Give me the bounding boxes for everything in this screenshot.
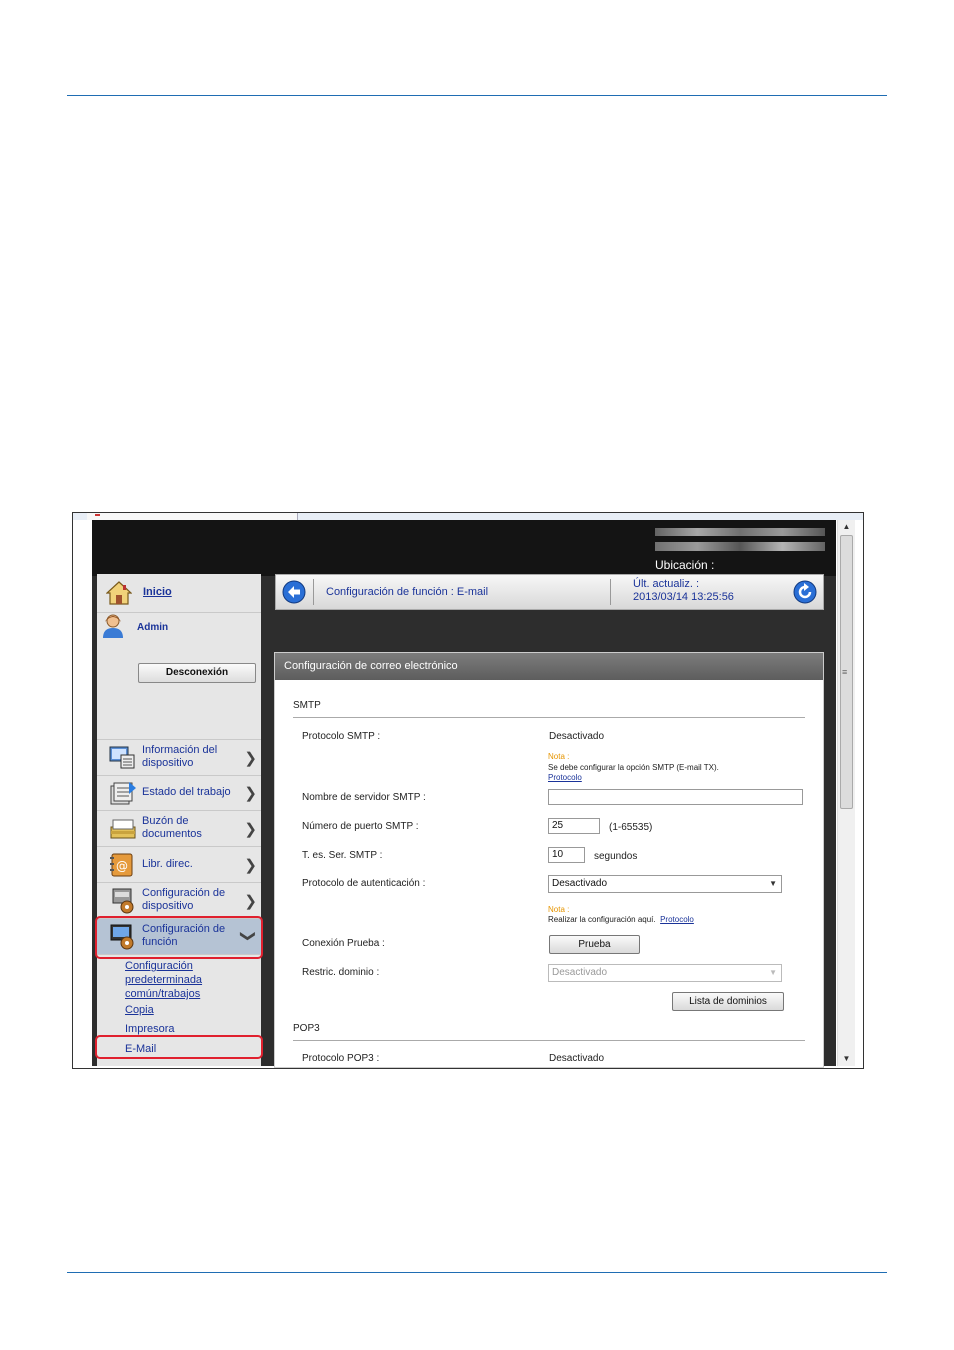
email-settings-panel: Configuración de correo electrónico SMTP… [274, 652, 824, 1068]
refresh-icon[interactable] [793, 580, 817, 604]
chevron-right-icon: ❯ [244, 857, 257, 874]
smtp-port-label: Número de puerto SMTP : [302, 821, 419, 832]
sidebar-item-label: Estado del trabajo [142, 786, 231, 798]
sidebar-item-device-info[interactable]: Información del dispositivo ❯ [97, 739, 261, 776]
highlight-email [95, 1035, 263, 1059]
section-divider [293, 1040, 805, 1041]
svg-text:@: @ [116, 859, 128, 873]
section-divider [293, 717, 805, 718]
smtp-timeout-input[interactable]: 10 [548, 847, 585, 863]
back-arrow-icon[interactable] [282, 580, 306, 604]
highlight-function-settings [95, 916, 263, 959]
top-header-bar: Ubicación : [92, 520, 836, 576]
auth-protocol-select[interactable]: Desactivado ▼ [548, 875, 782, 893]
home-link[interactable]: Inicio [143, 586, 172, 598]
sidebar-item-device-settings[interactable]: Configuración de dispositivo ❯ [97, 883, 261, 919]
domain-restriction-value: Desactivado [552, 967, 608, 978]
submenu-printer[interactable]: Impresora [125, 1023, 175, 1035]
smtp-server-input[interactable] [548, 789, 803, 805]
protocol-link[interactable]: Protocolo [660, 915, 694, 924]
chevron-right-icon: ❯ [244, 893, 257, 910]
scrollbar-grip-icon: ≡ [842, 667, 848, 677]
connection-test-label: Conexión Prueba : [302, 938, 385, 949]
auth-protocol-value: Desactivado [552, 878, 608, 889]
browser-tabstrip [73, 513, 863, 520]
test-button[interactable]: Prueba [549, 935, 640, 954]
note-text: Realizar la configuración aquí. [548, 915, 656, 924]
last-update: Últ. actualiz. : 2013/03/14 13:25:56 [633, 578, 734, 604]
user-avatar-icon [103, 614, 123, 638]
job-status-icon [110, 782, 136, 805]
redacted-device-address [655, 542, 825, 551]
chevron-right-icon: ❯ [244, 750, 257, 767]
sidebar-item-job-status[interactable]: Estado del trabajo ❯ [97, 775, 261, 811]
sidebar-item-label: Configuración de dispositivo [142, 887, 226, 912]
header-divider [313, 579, 314, 605]
submenu-common-defaults[interactable]: Configuración predeterminada común/traba… [125, 959, 225, 1001]
location-label: Ubicación : [655, 558, 715, 572]
document-box-icon [110, 819, 136, 839]
page-title: Configuración de función : E-mail [326, 586, 489, 598]
note-link-row: Protocolo [548, 773, 582, 782]
device-info-icon [109, 746, 135, 769]
vertical-scrollbar[interactable]: ▲ ≡ ▼ [837, 520, 855, 1066]
note-title: Nota : [548, 752, 570, 761]
page-header-bar: Configuración de función : E-mail Últ. a… [275, 574, 824, 610]
sidebar-item-label: Buzón de documentos [142, 815, 202, 840]
domain-restriction-select[interactable]: Desactivado ▼ [548, 964, 782, 982]
home-icon [106, 581, 132, 605]
sidebar-user-row: Admin [97, 613, 261, 639]
last-update-label: Últ. actualiz. : [633, 578, 700, 590]
dropdown-arrow-icon: ▼ [769, 879, 777, 888]
page-top-rule [67, 95, 887, 96]
auth-protocol-label: Protocolo de autenticación : [302, 878, 426, 889]
browser-screenshot: Ubicación : Inicio Admin Desconexión Inf… [72, 512, 864, 1069]
note-text-row: Realizar la configuración aquí. Protocol… [548, 915, 694, 924]
pop3-protocol-label: Protocolo POP3 : [302, 1053, 380, 1064]
smtp-port-range: (1-65535) [609, 822, 653, 833]
smtp-port-input[interactable]: 25 [548, 818, 600, 834]
chevron-right-icon: ❯ [244, 821, 257, 838]
sidebar-item-label: Libr. direc. [142, 858, 193, 870]
submenu-copy[interactable]: Copia [125, 1003, 154, 1017]
header-divider [610, 579, 611, 605]
smtp-protocol-value: Desactivado [549, 731, 605, 742]
device-settings-icon [112, 888, 134, 914]
sidebar-item-label: Información del dispositivo [142, 744, 218, 769]
panel-title: Configuración de correo electrónico [275, 653, 823, 680]
browser-tab[interactable] [87, 513, 298, 520]
smtp-timeout-unit: segundos [594, 851, 638, 862]
domain-restriction-label: Restric. dominio : [302, 967, 380, 978]
pop3-protocol-value: Desactivado [549, 1053, 605, 1064]
note-title: Nota : [548, 905, 570, 914]
smtp-protocol-label: Protocolo SMTP : [302, 731, 381, 742]
domain-list-button[interactable]: Lista de dominios [672, 992, 784, 1011]
user-name: Admin [137, 622, 169, 633]
chevron-right-icon: ❯ [244, 785, 257, 802]
smtp-timeout-label: T. es. Ser. SMTP : [302, 850, 383, 861]
tab-favicon-icon [95, 514, 100, 516]
protocol-link[interactable]: Protocolo [548, 773, 582, 782]
section-title-smtp: SMTP [293, 700, 321, 711]
section-title-pop3: POP3 [293, 1023, 320, 1034]
scroll-up-icon[interactable]: ▲ [838, 520, 855, 534]
dropdown-arrow-icon: ▼ [769, 968, 777, 977]
scroll-down-icon[interactable]: ▼ [838, 1052, 855, 1066]
redacted-device-name [655, 528, 825, 536]
sidebar-home-row: Inicio [97, 574, 261, 613]
logout-button[interactable]: Desconexión [138, 663, 256, 683]
address-book-icon: @ [110, 853, 133, 877]
sidebar: Inicio Admin Desconexión Información del… [97, 574, 261, 1066]
smtp-server-label: Nombre de servidor SMTP : [302, 792, 426, 803]
page-bottom-rule [67, 1272, 887, 1273]
last-update-value: 2013/03/14 13:25:56 [633, 591, 734, 603]
sidebar-item-document-box[interactable]: Buzón de documentos ❯ [97, 811, 261, 847]
sidebar-item-address-book[interactable]: @ Libr. direc. ❯ [97, 847, 261, 883]
note-text: Se debe configurar la opción SMTP (E-mai… [548, 763, 719, 772]
